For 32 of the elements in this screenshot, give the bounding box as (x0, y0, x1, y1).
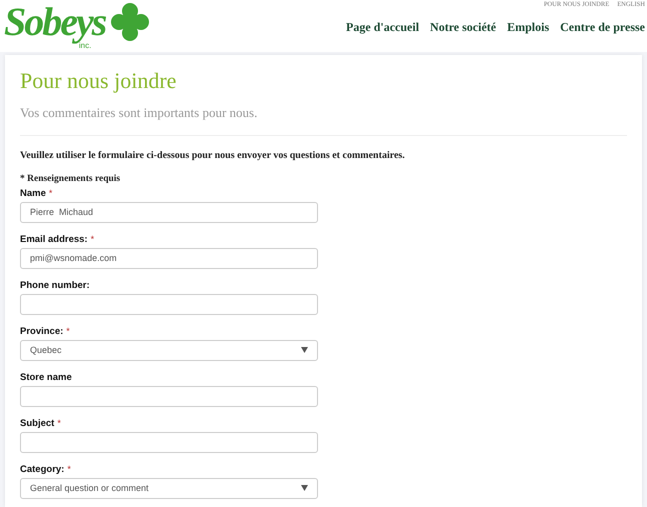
required-note: * Renseignements requis (20, 172, 122, 186)
required-mark: * (57, 418, 61, 428)
text-field[interactable]: pmi@wsnomade.com (20, 248, 318, 269)
field-label: Name (20, 188, 46, 200)
required-mark: * (67, 464, 71, 474)
nav-link[interactable]: Emplois (507, 18, 550, 36)
nav-link[interactable]: Page d'accueil (346, 18, 420, 36)
required-mark: * (48, 188, 52, 198)
field-label: Store name (20, 372, 72, 384)
dropdown-caret-icon (301, 347, 308, 354)
logo-suffix: inc. (78, 42, 92, 50)
text-field[interactable]: Pierre Michaud (20, 202, 318, 223)
dropdown-caret-icon (301, 485, 308, 492)
required-mark: * (66, 326, 70, 336)
page-title: Pour nous joindre (20, 67, 178, 95)
nav-link[interactable]: Notre société (430, 18, 496, 36)
field-label: Subject (20, 418, 54, 430)
logo-wordmark: Sobeys (4, 2, 106, 42)
clover-icon (111, 3, 150, 41)
text-field[interactable] (20, 432, 318, 453)
field-label: Province: (20, 326, 64, 338)
required-mark: * (90, 234, 94, 244)
field-label: Email address: (20, 234, 88, 246)
select-field[interactable]: Quebec (20, 340, 318, 361)
text-field[interactable] (20, 294, 318, 315)
text-field[interactable] (20, 386, 318, 407)
page-subtitle: Vos commentaires sont importants pour nous. (20, 104, 258, 122)
field-label: Phone number: (20, 280, 90, 292)
intro-text: Veuillez utiliser le formulaire ci-dessous pour nous envoyer vos questions et commentaires. (20, 148, 406, 162)
nav-link[interactable]: Centre de presse (560, 18, 645, 36)
select-field[interactable]: General question or comment (20, 478, 318, 499)
field-label: Category: (20, 464, 64, 476)
